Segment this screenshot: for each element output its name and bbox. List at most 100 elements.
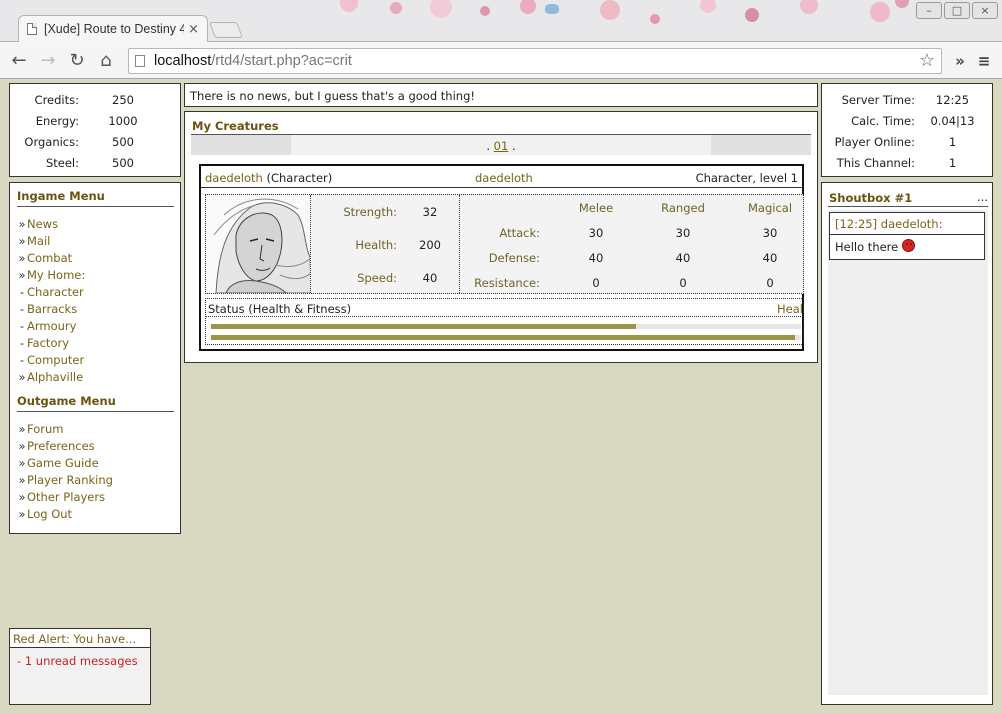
floral-decoration <box>520 0 536 14</box>
overflow-chevron-icon[interactable]: » <box>948 52 972 70</box>
server-row: This Channel: 1 <box>822 152 992 173</box>
pager-prefix: . <box>486 139 491 153</box>
red-alert-title: Red Alert: You have... <box>10 629 150 648</box>
stat-value-strength: 32 <box>422 205 438 219</box>
pager-suffix: . <box>511 139 516 153</box>
menu-item-log-out[interactable]: » Log Out <box>17 505 174 522</box>
floral-decoration <box>745 8 759 22</box>
resource-value: 1000 <box>108 113 138 128</box>
server-label: This Channel: <box>836 155 915 170</box>
combat-value: 40 <box>675 251 691 265</box>
fitness-bar-fill <box>211 335 796 340</box>
forward-icon[interactable]: → <box>35 48 61 74</box>
combat-value: 40 <box>588 251 604 265</box>
combat-value: 40 <box>762 251 778 265</box>
menu-item-other-players[interactable]: » Other Players <box>17 488 174 505</box>
resource-value: 500 <box>112 134 134 149</box>
home-icon[interactable]: ⌂ <box>93 48 119 74</box>
menu-item-computer[interactable]: - Computer <box>17 351 174 368</box>
creature-portrait-image <box>206 195 310 293</box>
menu-item-factory[interactable]: - Factory <box>17 334 174 351</box>
pager-bar: . 01 . <box>191 135 811 155</box>
resource-value: 500 <box>112 155 134 170</box>
status-box: Status (Health & Fitness) Heal <box>205 298 804 345</box>
combat-col-magical: Magical <box>747 201 793 215</box>
status-header: Status (Health & Fitness) Heal <box>206 299 803 317</box>
bookmark-star-icon[interactable]: ☆ <box>919 50 935 71</box>
shoutbox-title: Shoutbox #1 <box>829 191 913 205</box>
maximize-icon[interactable]: □ <box>944 2 970 19</box>
floral-decoration <box>480 6 490 16</box>
menu-panel: Ingame Menu » News » Mail » Combat » My Home… <box>9 182 181 534</box>
news-text: There is no news, but I guess that's a g… <box>190 89 475 103</box>
menu-item-character[interactable]: - Character <box>17 283 174 300</box>
browser-menu-icon[interactable]: ≡ <box>972 52 996 70</box>
base-stats: Strength: 32 Health: 200 Speed: 40 <box>312 195 460 293</box>
menu-item-combat[interactable]: » Combat <box>17 249 174 266</box>
menu-item-player-ranking[interactable]: » Player Ranking <box>17 471 174 488</box>
menu-item-preferences[interactable]: » Preferences <box>17 437 174 454</box>
red-alert-panel: Red Alert: You have... - 1 unread messag… <box>9 628 151 705</box>
address-bar[interactable]: localhost /rtd4/start.php?ac=crit ☆ <box>128 47 942 74</box>
creature-name-link[interactable]: daedeloth <box>205 171 263 185</box>
combat-value: 0 <box>766 276 774 290</box>
back-icon[interactable]: ← <box>6 48 32 74</box>
heal-link[interactable]: Heal <box>777 302 803 316</box>
browser-chrome: [Xude] Route to Destiny 4 × – □ × ← → ↻ … <box>0 0 1002 79</box>
status-label: Status (Health & Fitness) <box>208 302 352 316</box>
resource-value: 250 <box>112 92 134 107</box>
menu-item-mail[interactable]: » Mail <box>17 232 174 249</box>
floral-decoration <box>800 0 818 14</box>
menu-item-game-guide[interactable]: » Game Guide <box>17 454 174 471</box>
creature-owner-link[interactable]: daedeloth <box>475 171 533 185</box>
creature-type: (Character) <box>266 171 333 185</box>
pager-page-link[interactable]: 01 <box>494 139 509 153</box>
creature-level: Character, level 1 <box>695 171 798 185</box>
shoutbox-messages: [12:25] daedeloth: Hello there <box>828 210 988 695</box>
menu-item-barracks[interactable]: - Barracks <box>17 300 174 317</box>
health-bar-fill <box>211 324 636 329</box>
menu-item-my-home[interactable]: » My Home: <box>17 266 174 283</box>
combat-value: 30 <box>675 226 691 240</box>
floral-decoration <box>870 2 890 22</box>
combat-col-ranged: Ranged <box>661 201 705 215</box>
minimize-icon[interactable]: – <box>916 2 942 19</box>
creatures-panel: My Creatures . 01 . daedeloth (Character… <box>184 111 818 363</box>
red-alert-message[interactable]: - 1 unread messages <box>10 648 150 668</box>
menu-item-label: Computer <box>27 352 85 367</box>
menu-item-label: News <box>27 216 59 231</box>
creature-name-line: daedeloth (Character) <box>205 171 332 185</box>
menu-item-armoury[interactable]: - Armoury <box>17 317 174 334</box>
smiley-icon <box>902 238 916 252</box>
shoutbox-more-link[interactable]: ... <box>977 190 988 204</box>
server-label: Player Online: <box>834 134 915 149</box>
stat-value-health: 200 <box>419 238 441 252</box>
window-close-icon[interactable]: × <box>972 2 998 19</box>
menu-item-label: Alphaville <box>27 369 84 384</box>
menu-item-alphaville[interactable]: » Alphaville <box>17 368 174 385</box>
combat-row-label-defense: Defense: <box>488 251 540 265</box>
new-tab-button[interactable] <box>209 22 243 38</box>
menu-item-news[interactable]: » News <box>17 215 174 232</box>
stat-label-health: Health: <box>355 238 397 252</box>
creature-header: daedeloth (Character) daedeloth Characte… <box>201 166 802 188</box>
menu-item-label: Armoury <box>27 318 77 333</box>
tab-close-icon[interactable]: × <box>188 22 199 37</box>
menu-item-label: Log Out <box>27 506 73 521</box>
combat-value: 0 <box>679 276 687 290</box>
divider <box>828 206 988 207</box>
reload-icon[interactable]: ↻ <box>64 48 90 74</box>
creature-card: daedeloth (Character) daedeloth Characte… <box>199 164 804 351</box>
resource-label: Steel: <box>45 155 79 170</box>
server-row: Calc. Time: 0.04|13 <box>822 110 992 131</box>
shout-message-body: Hello there <box>835 240 899 254</box>
resource-label: Credits: <box>34 92 79 107</box>
butterfly-decoration <box>545 4 559 14</box>
browser-tab[interactable]: [Xude] Route to Destiny 4 × <box>18 15 208 42</box>
floral-decoration <box>430 0 452 18</box>
menu-item-forum[interactable]: » Forum <box>17 420 174 437</box>
floral-decoration <box>650 14 660 24</box>
url-host: localhost <box>154 52 212 69</box>
page-icon <box>135 54 145 67</box>
shout-message-header: [12:25] daedeloth: <box>830 213 984 235</box>
